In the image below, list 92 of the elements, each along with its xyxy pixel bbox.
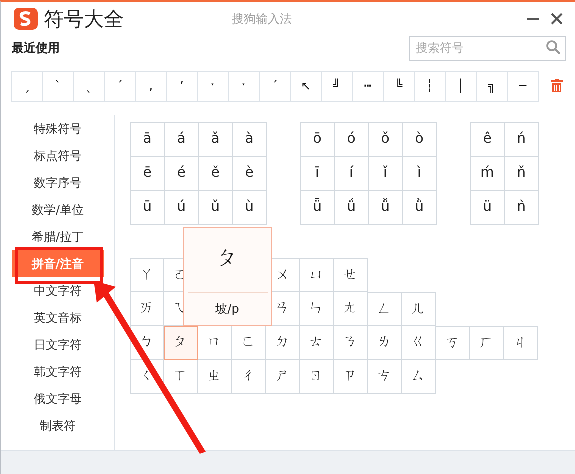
symbol-key[interactable]: ˊ <box>260 72 291 102</box>
symbol-key[interactable]: ㄆ <box>164 326 198 360</box>
symbol-key[interactable]: ò <box>403 123 437 157</box>
category-tab[interactable]: 希腊/拉丁 <box>32 228 84 246</box>
category-tab[interactable]: 数学/单位 <box>32 200 84 218</box>
symbol-key[interactable]: ū <box>131 191 165 225</box>
symbol-key[interactable]: ā <box>131 123 165 157</box>
category-tab[interactable]: 韩文字符 <box>34 362 82 380</box>
symbol-key[interactable]: ┆ <box>415 72 446 102</box>
symbol-key[interactable]: ㄚ <box>130 258 164 292</box>
symbol-key[interactable]: ü <box>471 191 505 225</box>
symbol-key[interactable]: ī <box>301 157 335 191</box>
search-icon[interactable] <box>546 40 561 55</box>
symbol-key[interactable]: è <box>233 157 267 191</box>
symbol-key[interactable]: ǜ <box>403 191 437 225</box>
symbol-key[interactable]: ╚ <box>384 72 415 102</box>
symbol-key[interactable]: í <box>335 157 369 191</box>
symbol-key[interactable]: ㄐ <box>504 326 538 360</box>
category-tab[interactable]: 特殊符号 <box>34 120 82 138</box>
symbol-key[interactable]: ǚ <box>369 191 403 225</box>
app-name: 搜狗输入法 <box>232 11 292 28</box>
window-title: 符号大全 <box>44 9 124 29</box>
symbol-key[interactable]: ㄕ <box>266 360 300 394</box>
symbol-key[interactable]: ì <box>403 157 437 191</box>
symbol-key[interactable]: á <box>165 123 199 157</box>
symbol-key[interactable]: ň <box>505 157 539 191</box>
symbol-key[interactable]: ˊ <box>105 72 136 102</box>
symbol-key[interactable]: ń <box>505 123 539 157</box>
symbol-key[interactable]: ╗ <box>477 72 508 102</box>
symbol-key[interactable]: ㄎ <box>436 326 470 360</box>
symbol-key[interactable]: ù <box>233 191 267 225</box>
category-tab[interactable]: 制表符 <box>40 416 76 434</box>
category-tab[interactable]: 标点符号 <box>34 146 82 164</box>
category-tab[interactable]: 日文字符 <box>34 336 82 354</box>
symbol-key[interactable]: ㄉ <box>266 326 300 360</box>
symbol-key[interactable]: ─ <box>508 72 539 102</box>
section-label: 最近使用 <box>12 40 60 57</box>
symbol-key[interactable]: ㄊ <box>300 326 334 360</box>
pinyin-reading: 坡/p <box>216 301 240 318</box>
symbol-key[interactable]: ˑ <box>198 72 229 102</box>
symbol-key[interactable]: ǎ <box>199 123 233 157</box>
symbol-key[interactable]: ㄔ <box>232 360 266 394</box>
symbol-key[interactable]: ㄗ <box>334 360 368 394</box>
symbol-key[interactable]: ê <box>471 123 505 157</box>
close-icon[interactable] <box>551 13 563 25</box>
symbol-key[interactable]: é <box>165 157 199 191</box>
category-tab[interactable]: 数字序号 <box>34 174 82 192</box>
symbol-key[interactable]: ㄋ <box>334 326 368 360</box>
symbol-key[interactable]: ㄍ <box>402 326 436 360</box>
symbol-key[interactable]: ㄏ <box>470 326 504 360</box>
symbol-key[interactable]: ˑ <box>229 72 260 102</box>
symbol-key[interactable]: ě <box>199 157 233 191</box>
symbol-key[interactable]: à <box>233 123 267 157</box>
category-tab[interactable]: 中文字符 <box>34 282 82 300</box>
symbol-key[interactable]: ㄘ <box>368 360 402 394</box>
symbol-key[interactable]: ḿ <box>471 157 505 191</box>
symbol-key[interactable]: ú <box>165 191 199 225</box>
symbol-key[interactable]: ㄌ <box>368 326 402 360</box>
symbol-key[interactable]: ㄝ <box>334 258 368 292</box>
symbol-key[interactable]: ↖ <box>291 72 322 102</box>
symbol-key[interactable]: ǐ <box>369 157 403 191</box>
symbol-key[interactable]: ē <box>131 157 165 191</box>
symbol-key[interactable]: ㄣ <box>300 292 334 326</box>
preview-symbol: ㄆ <box>216 245 238 273</box>
symbol-key[interactable]: ˏ <box>12 72 43 102</box>
symbol-key[interactable]: ┅ <box>353 72 384 102</box>
symbol-key[interactable]: ㄥ <box>368 292 402 326</box>
symbol-key[interactable]: ǖ <box>301 191 335 225</box>
symbol-key[interactable]: ╝ <box>322 72 353 102</box>
search-field[interactable]: 搜索符号 <box>409 36 566 60</box>
symbol-key[interactable]: ˋ <box>43 72 74 102</box>
symbol-key[interactable]: ǹ <box>505 191 539 225</box>
symbol-key[interactable]: ˎ <box>74 72 105 102</box>
symbol-key[interactable]: ǒ <box>369 123 403 157</box>
trash-icon[interactable] <box>551 79 563 93</box>
symbol-key[interactable]: ㄞ <box>130 292 164 326</box>
symbol-key[interactable]: ㄦ <box>402 292 436 326</box>
symbol-key[interactable]: ㄤ <box>334 292 368 326</box>
symbol-key[interactable]: ǘ <box>335 191 369 225</box>
logo-icon <box>14 8 38 30</box>
symbol-key[interactable]: ʼ <box>167 72 198 102</box>
category-tab[interactable]: 俄文字母 <box>34 390 82 408</box>
symbol-key[interactable]: ㄩ <box>300 258 334 292</box>
symbol-key[interactable]: │ <box>446 72 477 102</box>
symbol-key[interactable]: ō <box>301 123 335 157</box>
symbol-key[interactable]: ㄖ <box>300 360 334 394</box>
symbol-key[interactable]: ǔ <box>199 191 233 225</box>
symbol-key[interactable]: ó <box>335 123 369 157</box>
category-tab[interactable]: 英文音标 <box>34 308 82 326</box>
symbol-key[interactable]: ㄙ <box>402 360 436 394</box>
symbol-key[interactable]: ‚ <box>136 72 167 102</box>
symbol-key[interactable]: ㄓ <box>198 360 232 394</box>
